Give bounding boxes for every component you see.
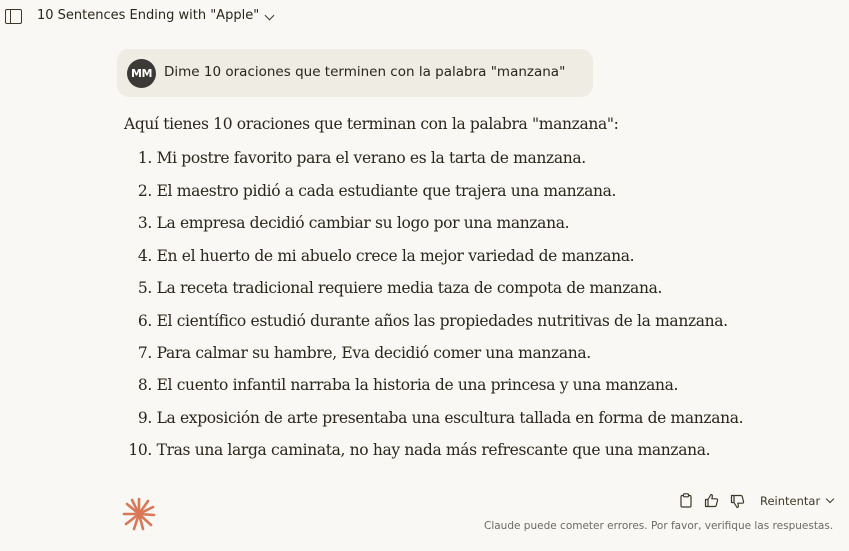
list-text: El científico estudió durante años las p… — [156, 312, 729, 330]
response-intro: Aquí tienes 10 oraciones que terminan co… — [124, 115, 619, 133]
copy-icon[interactable] — [679, 493, 693, 508]
list-item: 3. La empresa decidió cambiar su logo po… — [124, 214, 570, 232]
disclaimer-text: Claude puede cometer errores. Por favor,… — [484, 520, 834, 532]
list-number: 7. — [137, 344, 152, 362]
list-number: 3. — [137, 214, 152, 232]
user-message: MM Dime 10 oraciones que terminen con la… — [117, 49, 593, 97]
retry-button[interactable]: Reintentar — [760, 494, 820, 508]
list-text: Tras una larga caminata, no hay nada más… — [156, 441, 711, 459]
top-bar: 10 Sentences Ending with "Apple" — [0, 0, 849, 34]
list-item: 9. La exposición de arte presentaba una … — [124, 409, 744, 427]
list-number: 10. — [128, 441, 152, 459]
avatar[interactable]: MM — [127, 59, 156, 88]
list-item: 4. En el huerto de mi abuelo crece la me… — [124, 247, 635, 265]
thumbs-up-icon[interactable] — [704, 493, 719, 508]
list-number: 1. — [137, 149, 152, 167]
list-item: 10. Tras una larga caminata, no hay nada… — [124, 441, 710, 459]
list-text: Mi postre favorito para el verano es la … — [156, 149, 587, 167]
list-text: El cuento infantil narraba la historia d… — [156, 376, 679, 394]
list-number: 9. — [137, 409, 152, 427]
sidebar-toggle-icon[interactable] — [5, 9, 22, 24]
list-text: La empresa decidió cambiar su logo por u… — [156, 214, 570, 232]
thumbs-down-icon[interactable] — [730, 494, 745, 509]
list-text: En el huerto de mi abuelo crece la mejor… — [156, 247, 635, 265]
list-item: 7. Para calmar su hambre, Eva decidió co… — [124, 344, 591, 362]
list-item: 2. El maestro pidió a cada estudiante qu… — [124, 182, 617, 200]
list-number: 8. — [137, 376, 152, 394]
list-item: 8. El cuento infantil narraba la histori… — [124, 376, 679, 394]
list-item: 1. Mi postre favorito para el verano es … — [124, 149, 586, 167]
user-message-text: Dime 10 oraciones que terminen con la pa… — [164, 64, 566, 80]
list-text: El maestro pidió a cada estudiante que t… — [156, 182, 617, 200]
list-text: La receta tradicional requiere media taz… — [156, 279, 663, 297]
list-number: 4. — [137, 247, 152, 265]
claude-logo-icon — [122, 497, 156, 531]
chat-title[interactable]: 10 Sentences Ending with "Apple" — [37, 8, 259, 23]
list-number: 2. — [137, 182, 152, 200]
list-text: La exposición de arte presentaba una esc… — [156, 409, 744, 427]
chevron-down-icon[interactable] — [825, 494, 835, 504]
list-number: 6. — [137, 312, 152, 330]
chevron-down-icon[interactable] — [264, 10, 275, 21]
list-number: 5. — [137, 279, 152, 297]
list-item: 5. La receta tradicional requiere media … — [124, 279, 662, 297]
list-item: 6. El científico estudió durante años la… — [124, 312, 728, 330]
list-text: Para calmar su hambre, Eva decidió comer… — [156, 344, 592, 362]
